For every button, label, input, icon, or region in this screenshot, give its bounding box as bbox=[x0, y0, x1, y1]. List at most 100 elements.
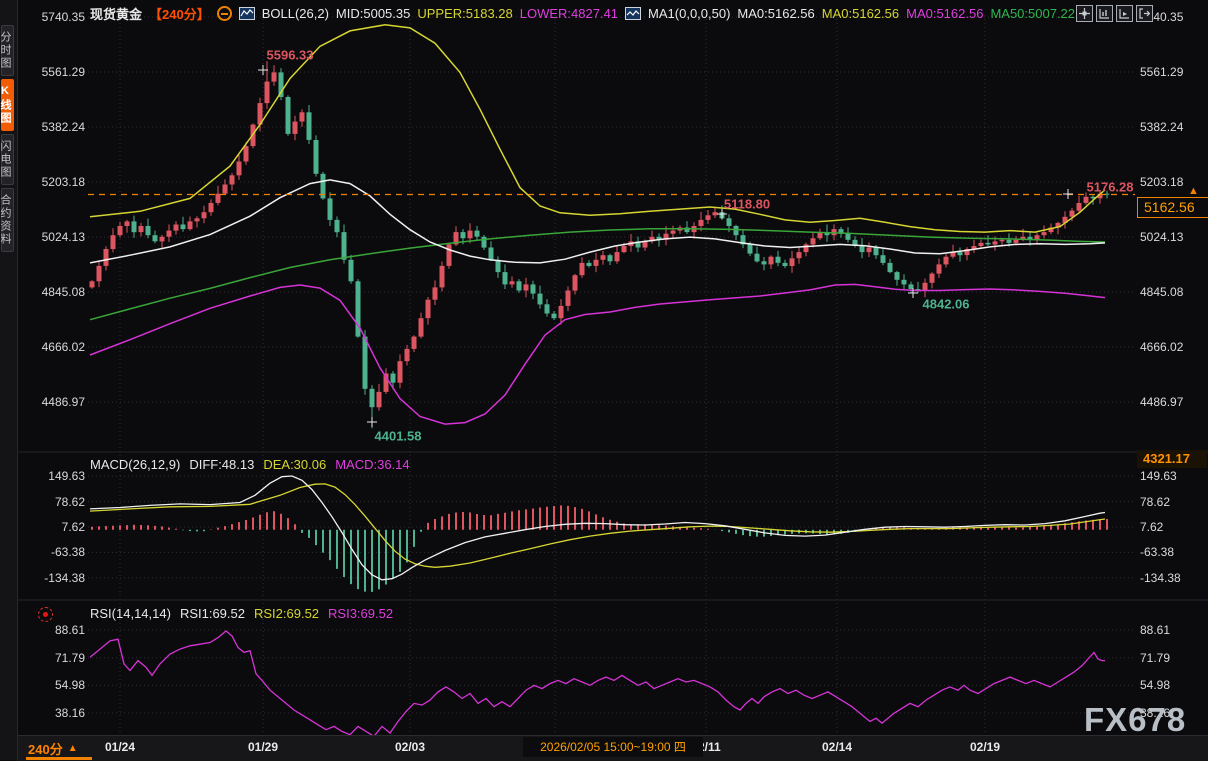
candle bbox=[727, 218, 732, 226]
candle bbox=[426, 300, 431, 318]
indicator-panel-icon[interactable] bbox=[1116, 5, 1133, 22]
candle bbox=[671, 231, 676, 234]
candle bbox=[1084, 197, 1089, 203]
ma50-value: MA50:5007.22 bbox=[990, 6, 1075, 21]
candle bbox=[601, 255, 606, 260]
candle bbox=[930, 274, 935, 283]
zoom-chart-icon[interactable] bbox=[1096, 5, 1113, 22]
macd-histogram-negative bbox=[183, 530, 862, 592]
candle bbox=[846, 234, 851, 240]
candle bbox=[755, 254, 760, 262]
candle bbox=[363, 337, 368, 389]
candle bbox=[293, 122, 298, 134]
candle bbox=[433, 287, 438, 299]
exit-fullscreen-icon[interactable] bbox=[1136, 5, 1153, 22]
live-indicator-icon bbox=[38, 607, 53, 622]
candle bbox=[202, 212, 207, 218]
period-label: 【240分】 bbox=[149, 4, 210, 23]
boll-name-label: BOLL(26,2) bbox=[262, 6, 329, 21]
candle bbox=[132, 221, 137, 232]
candle bbox=[811, 238, 816, 244]
candle bbox=[517, 281, 522, 290]
candle bbox=[510, 281, 515, 284]
candle bbox=[447, 244, 452, 266]
candle bbox=[937, 264, 942, 273]
candle bbox=[713, 212, 718, 215]
macd-macd-value: MACD:36.14 bbox=[335, 457, 409, 472]
candle bbox=[923, 283, 928, 291]
candle bbox=[1042, 232, 1047, 235]
candle bbox=[993, 241, 998, 244]
candle bbox=[762, 261, 767, 264]
candle bbox=[153, 235, 158, 241]
candle bbox=[300, 112, 305, 121]
candle bbox=[209, 203, 214, 212]
kline-chart-canvas[interactable] bbox=[0, 0, 1208, 760]
ma-name-label: MA1(0,0,0,50) bbox=[648, 6, 730, 21]
candle bbox=[545, 304, 550, 313]
period-selector-label: 240分 bbox=[28, 739, 63, 758]
rsi-line bbox=[90, 631, 1105, 736]
candle bbox=[804, 244, 809, 252]
candle bbox=[216, 194, 221, 203]
candle bbox=[559, 306, 564, 318]
rsi-header: RSI(14,14,14) RSI1:69.52 RSI2:69.52 RSI3… bbox=[90, 606, 393, 621]
candle bbox=[440, 266, 445, 288]
last-price-tag: 5162.56 bbox=[1137, 197, 1208, 218]
candle bbox=[125, 221, 130, 226]
candle bbox=[594, 260, 599, 266]
candle bbox=[146, 226, 151, 235]
candle bbox=[244, 146, 249, 161]
candle bbox=[944, 257, 949, 265]
sidebar-item-time-chart[interactable]: 分时图 bbox=[1, 25, 14, 76]
candle bbox=[181, 225, 186, 230]
candle bbox=[580, 263, 585, 275]
candle bbox=[748, 244, 753, 253]
candle bbox=[860, 246, 865, 252]
candle bbox=[867, 248, 872, 253]
candle bbox=[783, 263, 788, 266]
candle bbox=[223, 185, 228, 194]
candle bbox=[419, 318, 424, 336]
candle bbox=[391, 374, 396, 383]
chart-type-sidebar: 分时图 K线图 闪电图 合约资料 bbox=[0, 0, 18, 760]
candle bbox=[790, 258, 795, 266]
candle bbox=[398, 361, 403, 383]
candle bbox=[769, 257, 774, 265]
candle bbox=[573, 275, 578, 290]
sidebar-item-kline-chart[interactable]: K线图 bbox=[1, 79, 14, 131]
boll-upper-line bbox=[90, 25, 1105, 232]
candle bbox=[272, 72, 277, 81]
macd-dea-line bbox=[90, 484, 1105, 567]
candle bbox=[237, 162, 242, 176]
crosshair-icon[interactable] bbox=[1076, 5, 1093, 22]
candle bbox=[552, 314, 557, 319]
ma50-line bbox=[90, 229, 1105, 320]
ma0-white-value: MA0:5162.56 bbox=[737, 6, 814, 21]
sidebar-item-lightning-chart[interactable]: 闪电图 bbox=[1, 134, 14, 185]
sidebar-item-contract-info[interactable]: 合约资料 bbox=[1, 188, 14, 252]
boll-indicator-icon[interactable] bbox=[239, 7, 255, 20]
candle bbox=[265, 82, 270, 104]
candle bbox=[958, 252, 963, 255]
candle bbox=[734, 226, 739, 235]
candle bbox=[174, 225, 179, 231]
candle bbox=[776, 257, 781, 263]
candle bbox=[1077, 203, 1082, 211]
candle bbox=[412, 337, 417, 349]
fx678-watermark: FX678 bbox=[1084, 701, 1186, 739]
rsi2-value: RSI2:69.52 bbox=[254, 606, 319, 621]
candle bbox=[881, 255, 886, 263]
candle bbox=[335, 220, 340, 232]
candle bbox=[622, 246, 627, 252]
candle bbox=[111, 235, 116, 249]
macd-header: MACD(26,12,9) DIFF:48.13 DEA:30.06 MACD:… bbox=[90, 457, 410, 472]
period-selector[interactable]: 240分 ▲ bbox=[28, 739, 78, 758]
chart-toolbar bbox=[1076, 5, 1153, 22]
ma-indicator-icon[interactable] bbox=[625, 7, 641, 20]
candle bbox=[286, 97, 291, 134]
minus-circle-icon[interactable] bbox=[217, 6, 232, 21]
period-up-arrow-icon: ▲ bbox=[68, 743, 78, 754]
macd-histogram-positive bbox=[92, 505, 1107, 529]
candle bbox=[489, 248, 494, 260]
